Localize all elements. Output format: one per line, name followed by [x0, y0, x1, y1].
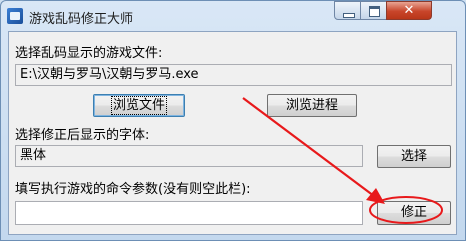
- window-title: 游戏乱码修正大师: [29, 12, 134, 27]
- app-icon: [7, 8, 23, 24]
- select-font-button[interactable]: 选择: [377, 145, 451, 168]
- browse-file-button[interactable]: 浏览文件: [93, 94, 185, 117]
- font-field[interactable]: 黑体: [15, 145, 363, 167]
- minimize-button[interactable]: [334, 1, 361, 20]
- game-file-field[interactable]: E:\汉朝与罗马\汉朝与罗马.exe: [15, 64, 452, 86]
- dialog-body: 选择乱码显示的游戏文件: E:\汉朝与罗马\汉朝与罗马.exe 浏览文件 浏览进…: [8, 31, 457, 235]
- fix-button[interactable]: 修正: [377, 201, 451, 225]
- title-bar: 游戏乱码修正大师 ✕: [1, 1, 465, 31]
- close-icon: ✕: [403, 3, 415, 18]
- app-window: 游戏乱码修正大师 ✕ 选择乱码显示的游戏文件: E:\汉朝与罗马\汉朝与罗马.e…: [0, 0, 466, 241]
- fix-button-label: 修正: [400, 205, 427, 220]
- params-label: 填写执行游戏的命令参数(没有则空此栏):: [15, 182, 251, 197]
- maximize-button[interactable]: [360, 1, 387, 20]
- browse-file-button-label: 浏览文件: [110, 96, 168, 115]
- font-label: 选择修正后显示的字体:: [15, 128, 150, 143]
- browse-process-button-label: 浏览进程: [285, 98, 338, 113]
- params-input[interactable]: [15, 201, 363, 225]
- game-file-label: 选择乱码显示的游戏文件:: [15, 46, 163, 61]
- close-button[interactable]: ✕: [386, 1, 432, 20]
- select-font-button-label: 选择: [400, 149, 427, 164]
- browse-process-button[interactable]: 浏览进程: [267, 94, 357, 117]
